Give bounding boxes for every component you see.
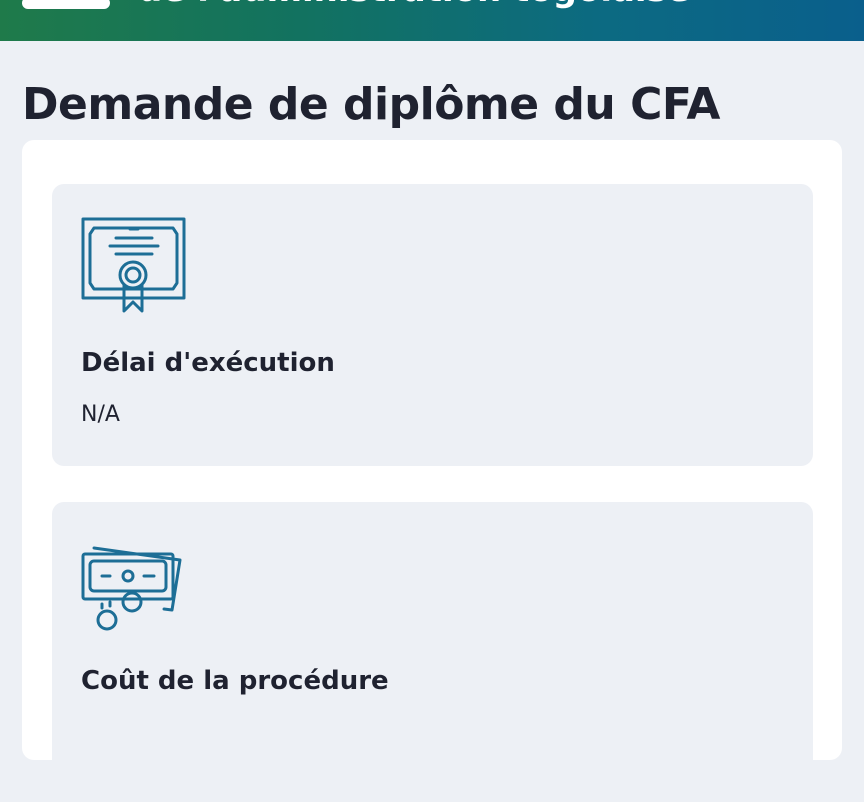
certificate-icon xyxy=(81,217,186,313)
info-card-delay: Délai d'exécution N/A xyxy=(52,184,813,466)
cost-title: Coût de la procédure xyxy=(81,666,389,696)
top-header: de l'administration togolaise xyxy=(0,0,864,41)
info-card-cost: Coût de la procédure xyxy=(52,502,813,802)
money-icon xyxy=(81,546,182,631)
delay-value: N/A xyxy=(81,402,120,427)
delay-title: Délai d'exécution xyxy=(81,348,335,378)
content-card: Délai d'exécution N/A Coût de la procédu… xyxy=(22,140,842,802)
menu-icon[interactable] xyxy=(22,0,110,9)
page-title: Demande de diplôme du CFA xyxy=(22,79,720,130)
header-title: de l'administration togolaise xyxy=(138,0,690,10)
